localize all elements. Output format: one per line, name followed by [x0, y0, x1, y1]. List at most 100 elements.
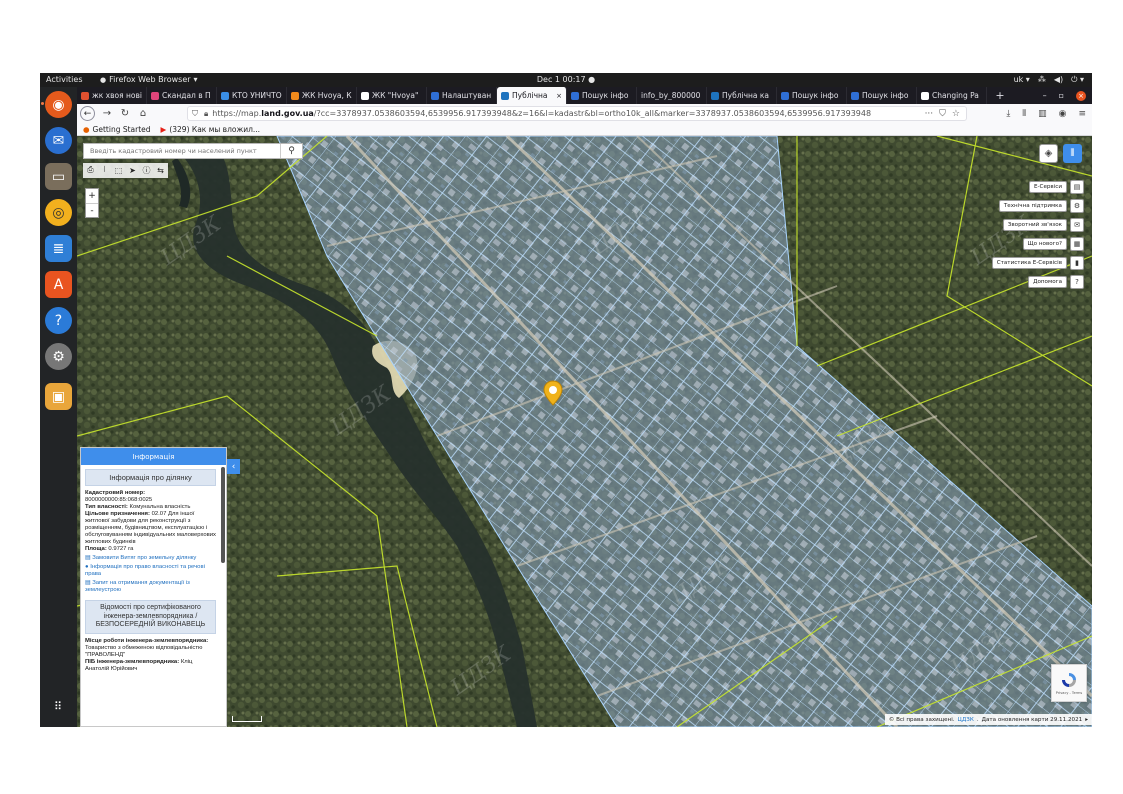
browser-tab[interactable]: Налаштуван [427, 87, 497, 104]
mail-icon: ✉ [52, 132, 65, 149]
browser-tab[interactable]: Changing Pa [917, 87, 987, 104]
sidebar-icon[interactable]: ▥ [1038, 109, 1047, 119]
search-input[interactable] [84, 144, 280, 158]
tracking-shield-icon: ⛉ [192, 108, 198, 118]
legend-button[interactable]: ⦀ [1063, 144, 1082, 163]
service-button[interactable]: Допомога? [1028, 275, 1084, 289]
activities-button[interactable]: Activities [46, 73, 83, 87]
order-extract-link[interactable]: ▤ Замовити Витяг про земельну ділянку [85, 555, 216, 562]
home-button[interactable]: ⌂ [134, 108, 152, 119]
dock-rhythmbox[interactable]: ◎ [45, 199, 72, 226]
location-marker-icon[interactable] [543, 380, 563, 406]
minimize-button[interactable]: – [1043, 91, 1047, 100]
service-button[interactable]: Е-Сервіси ▤ [1028, 180, 1084, 194]
service-label: Зворотний зв'язок [1002, 219, 1067, 231]
browser-tab[interactable]: info_by_800000 [637, 87, 707, 104]
bookmark-youtube-video[interactable]: ▶ (329) Как мы вложил... [161, 125, 261, 134]
service-label: Статистика Е-Сервісів [991, 257, 1067, 269]
browser-tab[interactable]: Публічна ка [707, 87, 777, 104]
attribution-text: © Всі права захищені. [888, 716, 955, 723]
show-applications-button[interactable]: ⠿ [45, 693, 72, 720]
dock-firefox[interactable]: ◉ [41, 91, 72, 118]
area: Площа: 0.9727 га [85, 546, 216, 553]
bookmark-getting-started[interactable]: ● Getting Started [83, 125, 151, 134]
land-documentation-label: Запит на отримання документації із земле… [85, 580, 190, 593]
dock-thunderbird[interactable]: ✉ [45, 127, 72, 154]
land-documentation-link[interactable]: ▤ Запит на отримання документації із зем… [85, 580, 216, 594]
collapse-attribution-icon[interactable]: ▸ [1085, 717, 1088, 723]
cadastral-map[interactable]: ЦДЗК ЦДЗК ЦДЗК ЦДЗК ЦДЗК ЦДЗК ЦДЗК ЦДЗК … [77, 136, 1092, 727]
service-icon: ⚙ [1070, 199, 1084, 213]
tab-list: жк хвоя нові Скандал в П КТО УНИЧТО ЖК Hvoy… [77, 87, 987, 104]
tab-title: info_by_800000 [641, 91, 701, 100]
browser-tab[interactable]: Пошук інфо [567, 87, 637, 104]
system-tray[interactable]: uk ▾ ⁂ ◀) ⏻ ▾ [1014, 73, 1084, 87]
plus-icon: + [995, 89, 1005, 102]
menu-icon[interactable]: ≡ [1078, 109, 1086, 119]
tab-title: жк хвоя нові [92, 91, 142, 100]
account-icon[interactable]: ◉ [1059, 109, 1067, 119]
recaptcha-badge[interactable]: Privacy - Terms [1051, 664, 1087, 702]
attribution-link[interactable]: ЦДЗК [958, 717, 974, 723]
select-tool-button[interactable]: ➤ [127, 164, 138, 176]
print-button[interactable]: ⎙ [85, 164, 96, 176]
dock-settings[interactable]: ⚙ [45, 343, 72, 370]
downloads-icon[interactable]: ⤓ [1006, 109, 1010, 119]
info-panel-scrollbar[interactable] [221, 467, 225, 563]
service-button[interactable]: Статистика Е-Сервісів ▮ [991, 256, 1084, 270]
zoom-out-button[interactable]: - [86, 203, 98, 217]
service-button[interactable]: Що нового? ▦ [1022, 237, 1084, 251]
url-bar[interactable]: ⛉ 🔒︎ https://map.land.gov.ua/?cc=3378937… [187, 106, 967, 121]
close-window-button[interactable]: × [1076, 90, 1086, 101]
service-label: Що нового? [1022, 238, 1067, 250]
bookmark-star-icon[interactable]: ☆ [952, 109, 960, 119]
ownership-rights-link[interactable]: ● Інформація про право власності та речо… [85, 564, 216, 578]
tab-strip: жк хвоя нові Скандал в П КТО УНИЧТО ЖК Hvoy… [77, 87, 1092, 104]
info-tool-button[interactable]: ⓘ [141, 164, 152, 176]
forward-button[interactable]: → [98, 108, 116, 119]
browser-tab[interactable]: КТО УНИЧТО [217, 87, 287, 104]
search-icon: ⚲ [288, 146, 295, 156]
share-button[interactable]: ⇆ [155, 164, 166, 176]
dock-archive[interactable]: ▣ [45, 383, 72, 410]
maximize-button[interactable]: ▫ [1059, 91, 1064, 100]
app-menu[interactable]: ● Firefox Web Browser ▾ [100, 73, 198, 87]
youtube-icon: ▶ [160, 124, 167, 134]
service-button[interactable]: Зворотний зв'язок ✉ [1002, 218, 1084, 232]
library-icon[interactable]: ⫴ [1022, 109, 1026, 119]
url-text[interactable]: https://map.land.gov.ua/?cc=3378937.0538… [212, 109, 924, 118]
area-icon: ⬚ [114, 165, 123, 175]
toolbar-buttons: ⤓ ⫴ ▥ ◉ ≡ [1006, 109, 1086, 119]
browser-tab[interactable]: ЖК Hvoya, К [287, 87, 357, 104]
service-icon: ? [1070, 275, 1084, 289]
new-tab-button[interactable]: + [987, 87, 1013, 104]
dock-help[interactable]: ? [45, 307, 72, 334]
service-button[interactable]: Технічна підтримка ⚙ [998, 199, 1084, 213]
dock-libreoffice-writer[interactable]: ≣ [45, 235, 72, 262]
zoom-in-button[interactable]: + [86, 189, 98, 203]
close-tab-icon[interactable]: × [556, 92, 562, 100]
attribution-separator: . [976, 716, 979, 723]
measure-area-button[interactable]: ⬚ [113, 164, 124, 176]
keyboard-layout[interactable]: uk ▾ [1014, 73, 1030, 87]
browser-tab[interactable]: ЖК "Hvoya" [357, 87, 427, 104]
dock-software[interactable]: A [45, 271, 72, 298]
arrow-left-icon: ← [83, 108, 92, 119]
browser-tab[interactable]: Публічна × [497, 87, 567, 104]
clock[interactable]: Dec 1 00:17 ● [537, 73, 595, 87]
search-button[interactable]: ⚲ [280, 144, 302, 158]
browser-tab[interactable]: Пошук інфо [847, 87, 917, 104]
back-button[interactable]: ← [80, 106, 95, 121]
browser-tab[interactable]: Пошук інфо [777, 87, 847, 104]
dock-files[interactable]: ▭ [45, 163, 72, 190]
browser-tab[interactable]: Скандал в П [147, 87, 217, 104]
measure-line-button[interactable]: ⦚ [99, 164, 110, 176]
layers-button[interactable]: ◈ [1039, 144, 1058, 163]
ownership-rights-label: Інформація про право власності та речові… [85, 564, 205, 577]
tab-title: Публічна [512, 91, 548, 100]
browser-tab[interactable]: жк хвоя нові [77, 87, 147, 104]
page-actions-icon[interactable]: ··· [925, 109, 934, 119]
pocket-icon[interactable]: ⛉ [939, 109, 946, 119]
collapse-panel-button[interactable]: ‹ [227, 459, 240, 474]
reload-button[interactable]: ↻ [116, 108, 134, 119]
